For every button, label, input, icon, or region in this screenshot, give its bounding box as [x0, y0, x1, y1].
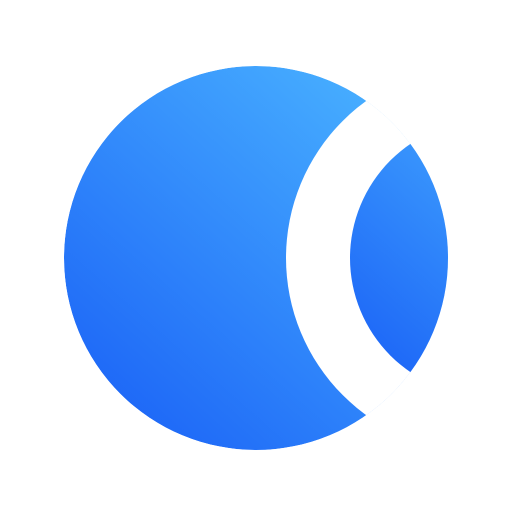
app-logo-canvas: [0, 0, 512, 512]
crescent-orb-logo-icon: [0, 0, 512, 512]
